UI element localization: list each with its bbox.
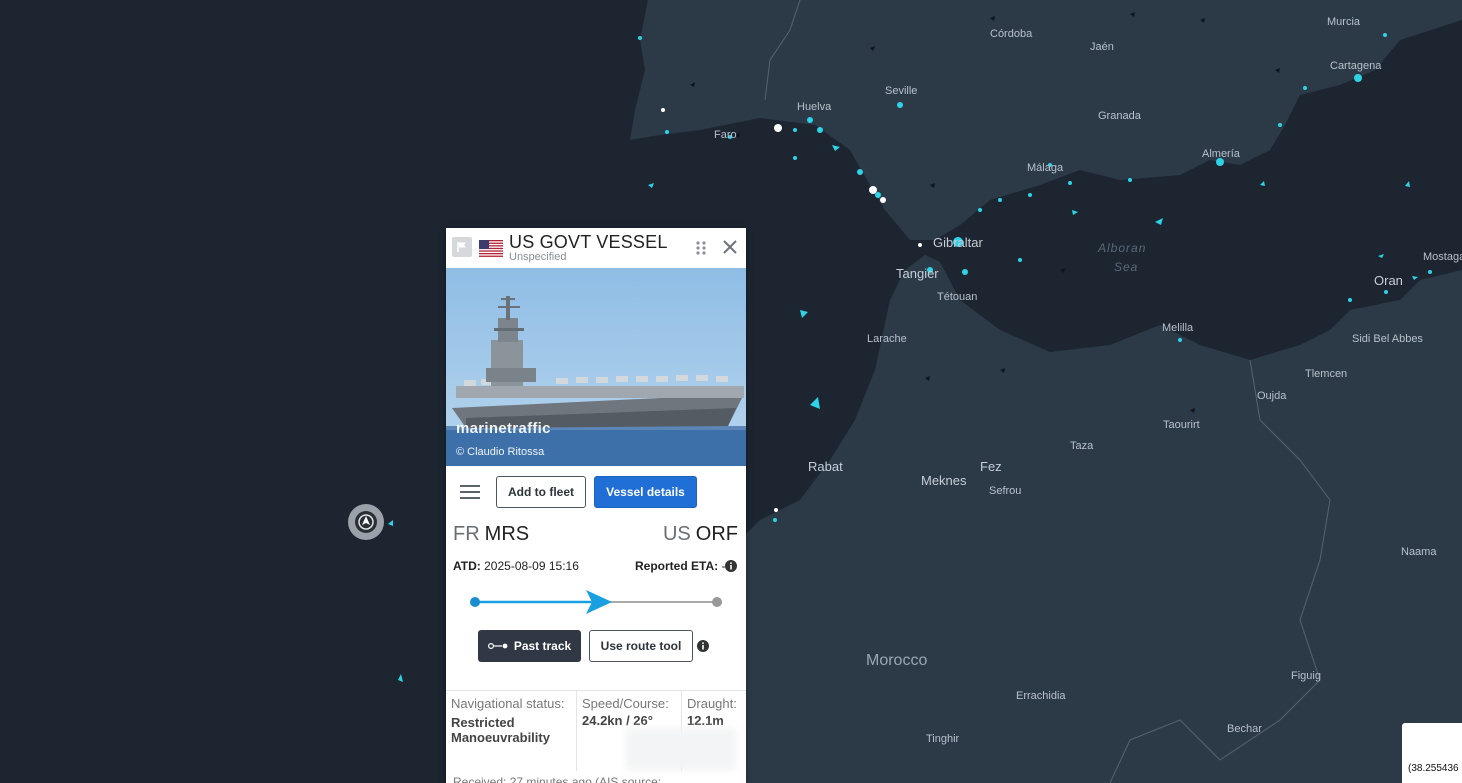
vessel-details-button[interactable]: Vessel details [594,476,697,508]
arrival-port[interactable]: US ORF [663,523,738,546]
label-tlemcen: Tlemcen [1305,368,1348,380]
label-rabat: Rabat [808,459,843,474]
label-taourirt: Taourirt [1163,419,1200,431]
label-tinghir: Tinghir [926,733,960,745]
label-bechar: Bechar [1227,723,1262,735]
label-tangier: Tangier [896,266,939,281]
label-meknes: Meknes [921,473,967,488]
cell-divider [576,691,577,771]
label-naama: Naama [1401,546,1437,558]
label-sidi-bel-abbes: Sidi Bel Abbes [1352,333,1423,345]
nav-status-label: Navigational status: [451,696,565,711]
label-sefrou: Sefrou [989,485,1022,497]
label-jaen: Jaén [1090,41,1114,53]
label-larache: Larache [867,333,907,345]
selected-vessel-marker[interactable] [347,503,385,541]
label-cartagena: Cartagena [1330,60,1382,72]
atd-value: 2025-08-09 15:16 [484,559,579,573]
past-track-label: Past track [513,639,572,653]
add-to-fleet-button[interactable]: Add to fleet [496,476,586,508]
label-almeria: Almería [1202,148,1240,160]
draught-label: Draught: [687,696,737,711]
atd-label: ATD: [453,559,481,573]
us-flag-icon [479,240,503,257]
speed-course-value: 24.2kn / 26° [582,713,653,728]
speed-course-label: Speed/Course: [582,696,669,711]
label-fez: Fez [980,459,1002,474]
arrival-country: US [662,523,691,545]
vessel-type: Unspecified [509,251,567,263]
flag-toggle-button[interactable] [452,237,472,257]
coordinates-text: (38.255436 [1408,763,1459,774]
draught-cell: Draught: 12.1m [687,696,746,728]
label-seville: Seville [885,85,918,97]
nav-status-cell: Navigational status: Restricted Manoeuvr… [451,696,573,745]
departure-port-code: MRS [484,523,530,545]
photo-watermark: marinetraffic [456,420,551,437]
vessel-photo[interactable]: marinetraffic © Claudio Ritossa [446,268,746,466]
label-oran: Oran [1374,273,1403,288]
label-mostaganem: Mostaga [1423,251,1462,263]
past-track-button[interactable]: Past track [478,630,581,662]
label-morocco: Morocco [866,652,928,669]
label-figuig: Figuig [1291,670,1321,682]
vessel-name: US GOVT VESSEL [509,232,668,252]
label-murcia: Murcia [1327,16,1361,28]
draught-value: 12.1m [687,713,724,728]
departure-country: FR [453,523,480,545]
label-taza: Taza [1070,440,1094,452]
atd-row: ATD: 2025-08-09 15:16 [453,559,579,573]
divider [446,690,746,691]
label-granada: Granada [1098,110,1141,122]
label-melilla: Melilla [1162,322,1194,334]
eta-label: Reported ETA: [635,559,719,573]
received-info: Received: 27 minutes ago (AIS source: [453,775,662,783]
nav-status-value: Restricted Manoeuvrability [451,715,550,745]
label-huelva: Huelva [797,101,832,113]
use-route-tool-button[interactable]: Use route tool [589,630,693,662]
label-tetouan: Tétouan [937,291,978,303]
departure-port[interactable]: FR MRS [453,523,529,546]
drag-handle-icon[interactable] [695,240,707,256]
track-icon [487,643,508,649]
photo-credit: © Claudio Ritossa [456,446,545,458]
label-cordoba: Córdoba [990,28,1033,40]
panel-header: US GOVT VESSEL Unspecified [446,228,746,266]
coordinates-readout: (38.255436 [1402,723,1462,783]
speed-course-cell: Speed/Course: 24.2kn / 26° [582,696,682,728]
label-gibraltar: Gibraltar [933,235,983,250]
voyage-progress-bar [470,590,722,614]
label-oujda: Oujda [1257,390,1287,402]
eta-info-icon[interactable] [725,560,737,572]
eta-row: Reported ETA: - [635,559,725,573]
label-sea: Sea [1114,260,1139,274]
arrival-port-code: ORF [695,523,738,545]
close-icon[interactable] [722,239,738,255]
label-faro: Faro [714,129,737,141]
hamburger-menu-icon[interactable] [460,485,480,499]
label-errachidia: Errachidia [1016,690,1066,702]
vessel-info-panel: US GOVT VESSEL Unspecified marinetraffic… [446,228,746,783]
route-tool-info-icon[interactable] [697,640,709,652]
label-malaga: Málaga [1027,162,1064,174]
loading-placeholder [626,728,736,770]
flag-icon [457,242,466,252]
label-alboran: Alboran [1098,241,1147,255]
